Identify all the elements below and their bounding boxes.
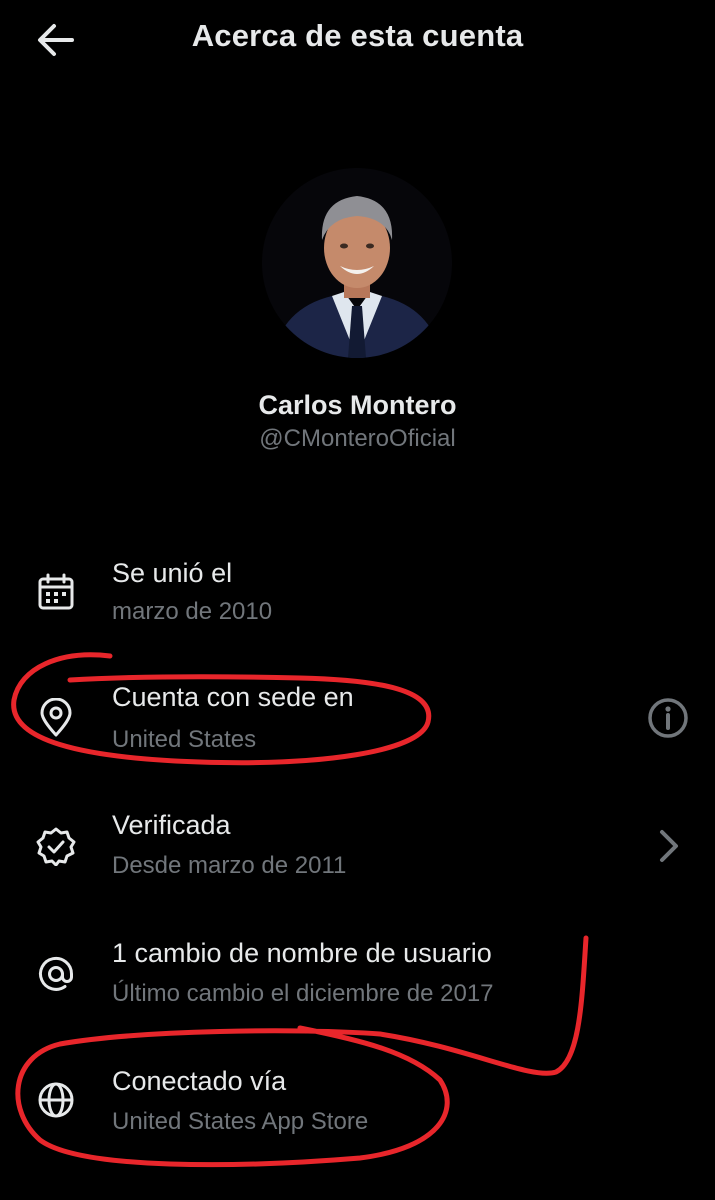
verified-badge-icon [36,827,76,866]
row-label: Se unió el [112,558,233,588]
page-title: Acerca de esta cuenta [191,18,524,53]
row-value: marzo de 2010 [112,598,273,625]
location-pin-icon [40,698,72,737]
row-label: Conectado vía [112,1066,287,1096]
row-value: United States [112,726,257,753]
row-label: Cuenta con sede en [112,682,354,712]
username-handle: @CMonteroOficial [259,425,456,452]
row-connected-via: Conectado vía United States App Store [0,1060,715,1170]
info-icon[interactable] [646,696,690,740]
top-bar: Acerca de esta cuenta [0,0,715,80]
chevron-right-icon [660,830,678,862]
avatar[interactable] [262,168,452,358]
row-value: Desde marzo de 2011 [112,852,347,879]
globe-icon [38,1082,74,1118]
avatar-photo [262,168,452,358]
at-sign-icon [39,956,74,991]
row-account-location: Cuenta con sede en United States [0,676,715,786]
row-value: Último cambio el diciembre de 2017 [112,980,494,1007]
row-label: Verificada [112,810,231,840]
row-value: United States App Store [112,1108,369,1135]
row-username-changes: 1 cambio de nombre de usuario Último cam… [0,932,715,1042]
display-name: Carlos Montero [258,390,457,420]
row-joined-date: Se unió el marzo de 2010 [0,550,715,660]
row-verified[interactable]: Verificada Desde marzo de 2011 [0,804,715,914]
calendar-icon [38,573,74,610]
row-label: 1 cambio de nombre de usuario [112,938,492,968]
